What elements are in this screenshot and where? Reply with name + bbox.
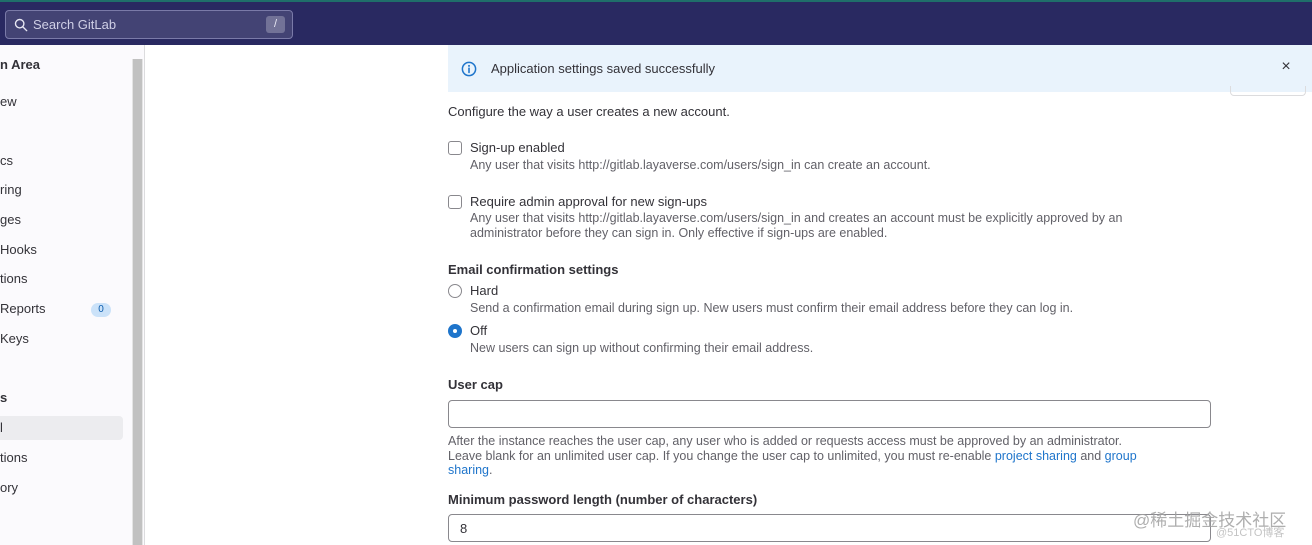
user-cap-and-text: and [1076,449,1105,463]
sidebar-header-settings[interactable]: s [0,386,7,410]
user-cap-help-line1: After the instance reaches the user cap,… [448,434,1122,448]
admin-approval-help-line1: Any user that visits http://gitlab.layav… [470,211,1123,225]
user-cap-title: User cap [448,377,503,392]
group-sharing-link[interactable]: group [1105,449,1137,463]
group-sharing-link-cont[interactable]: sharing [448,463,489,477]
section-description: Configure the way a user creates a new a… [448,104,730,119]
email-confirmation-off-help: New users can sign up without confirming… [470,341,814,355]
signup-enabled-checkbox[interactable] [448,141,462,155]
sidebar-item-overview[interactable]: ew [0,90,17,114]
email-confirmation-hard-radio[interactable] [448,284,462,298]
sidebar-item-monitoring[interactable]: ring [0,178,22,202]
user-cap-help-text: Leave blank for an unlimited user cap. I… [448,449,995,463]
sidebar-scrollbar[interactable] [132,59,143,545]
user-cap-period: . [489,463,493,477]
close-icon[interactable]: × [1277,58,1295,76]
sidebar-item-general[interactable]: l [0,416,123,440]
top-navbar: Search GitLab / [0,0,1312,45]
email-confirmation-hard-help: Send a confirmation email during sign up… [470,301,1074,315]
user-cap-input[interactable] [448,400,1211,428]
min-password-input[interactable] [448,514,1211,542]
email-confirmation-off-radio[interactable] [448,324,462,338]
user-cap-help-line2: Leave blank for an unlimited user cap. I… [448,449,1137,463]
admin-approval-label[interactable]: Require admin approval for new sign-ups [470,194,707,209]
email-confirmation-title: Email confirmation settings [448,262,619,277]
abuse-reports-count-badge: 0 [91,303,111,317]
min-password-title: Minimum password length (number of chara… [448,492,758,507]
sidebar-scrollbar-thumb[interactable] [133,59,142,545]
user-cap-help-line3: sharing. [448,463,492,477]
sidebar-item-integrations[interactable]: tions [0,446,27,470]
sidebar-item-system-hooks[interactable]: Hooks [0,238,37,262]
project-sharing-link[interactable]: project sharing [995,449,1077,463]
search-box[interactable]: Search GitLab / [5,10,293,39]
sidebar-item-messages[interactable]: ges [0,208,21,232]
sidebar-item-repository[interactable]: ory [0,476,18,500]
admin-approval-checkbox[interactable] [448,195,462,209]
success-alert: Application settings saved successfully … [448,45,1312,92]
admin-sidebar: n Area ew cs ring ges Hooks tions Report… [0,45,145,545]
sidebar-item-deploy-keys[interactable]: Keys [0,327,29,351]
sidebar-item-abuse-reports[interactable]: Reports [0,297,46,321]
watermark-subtext: @51CTO博客 [1216,527,1285,539]
sidebar-item-applications[interactable]: tions [0,267,27,291]
admin-approval-help-line2: administrator before they can sign in. O… [470,226,888,240]
sidebar-item-analytics[interactable]: cs [0,149,13,173]
search-icon [14,18,28,31]
signup-enabled-label[interactable]: Sign-up enabled [470,140,565,155]
alert-message: Application settings saved successfully [491,61,716,76]
email-confirmation-off-label[interactable]: Off [470,323,487,338]
sidebar-header-admin-area: n Area [0,57,40,72]
search-placeholder: Search GitLab [33,17,117,32]
search-shortcut-key: / [266,16,285,33]
signup-enabled-help: Any user that visits http://gitlab.layav… [470,158,931,172]
collapse-button[interactable] [1230,86,1306,96]
email-confirmation-hard-label[interactable]: Hard [470,283,498,298]
info-icon [461,61,477,77]
